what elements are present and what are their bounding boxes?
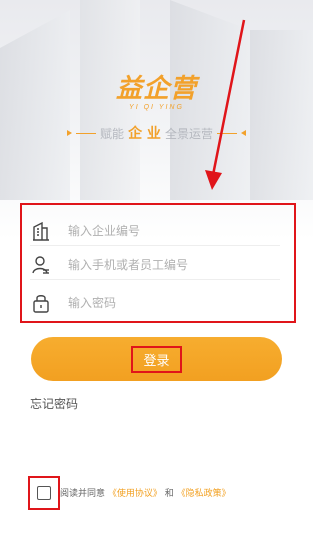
divider [76, 132, 97, 134]
user-icon [30, 254, 52, 276]
login-button-label: 登录 [131, 345, 182, 373]
tagline-suffix: 全景运营 [164, 126, 213, 141]
tagline: 赋能 企 业 全景运营 [60, 123, 253, 143]
agreement-connector: 和 [164, 489, 174, 499]
agreement-checkbox[interactable] [37, 486, 51, 500]
building-shape [250, 30, 313, 200]
divider [216, 132, 237, 134]
app-logo: 益企营 [115, 74, 197, 104]
arrow-right-icon [67, 130, 73, 136]
terms-link[interactable]: 《使用协议》 [108, 489, 162, 499]
lock-icon [30, 292, 52, 314]
agreement-text: 阅读并同意 《使用协议》 和 《隐私政策》 [60, 486, 231, 499]
forgot-password-link[interactable]: 忘记密码 [30, 395, 78, 412]
password-input[interactable] [68, 296, 268, 310]
agreement-prefix: 阅读并同意 [60, 489, 106, 499]
arrow-left-icon [240, 130, 246, 136]
tagline-prefix: 赋能 [100, 126, 125, 141]
tagline-highlight: 企 业 [128, 126, 161, 142]
agreement-checkbox-wrapper [28, 476, 60, 510]
app-logo-subtitle: YI QI YING [129, 104, 184, 111]
privacy-link[interactable]: 《隐私政策》 [177, 489, 231, 499]
login-form [20, 203, 296, 323]
company-code-field [30, 217, 280, 246]
company-code-input[interactable] [68, 224, 268, 238]
login-button[interactable]: 登录 [31, 337, 282, 381]
phone-field [30, 251, 280, 280]
phone-input[interactable] [68, 258, 268, 272]
password-field [30, 289, 280, 317]
building-icon [30, 220, 52, 242]
